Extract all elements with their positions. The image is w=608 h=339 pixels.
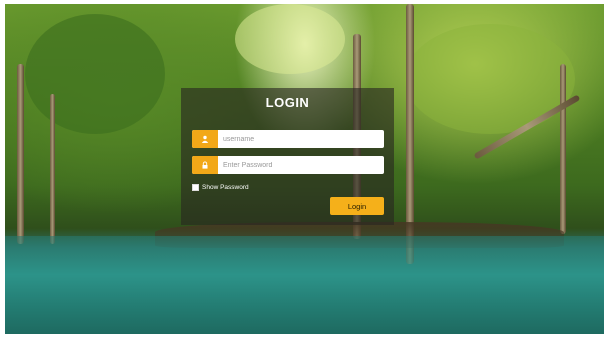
show-password-toggle[interactable]: Show Password — [192, 184, 249, 191]
foliage-shape — [25, 14, 165, 134]
foliage-shape — [235, 4, 345, 74]
login-title: LOGIN — [265, 95, 310, 110]
login-button[interactable]: Login — [330, 197, 384, 215]
tree-trunk — [17, 64, 24, 244]
tree-trunk — [50, 94, 55, 244]
password-field — [192, 156, 384, 174]
show-password-label: Show Password — [202, 184, 249, 191]
tree-trunk — [560, 64, 566, 234]
login-panel: LOGIN Show Password Login — [181, 88, 394, 225]
lock-icon — [192, 156, 218, 174]
password-input[interactable] — [223, 156, 381, 174]
username-field — [192, 130, 384, 148]
foliage-shape — [405, 24, 575, 134]
water-surface — [5, 236, 604, 334]
user-icon — [192, 130, 218, 148]
username-input[interactable] — [223, 130, 381, 148]
show-password-checkbox[interactable] — [192, 184, 199, 191]
